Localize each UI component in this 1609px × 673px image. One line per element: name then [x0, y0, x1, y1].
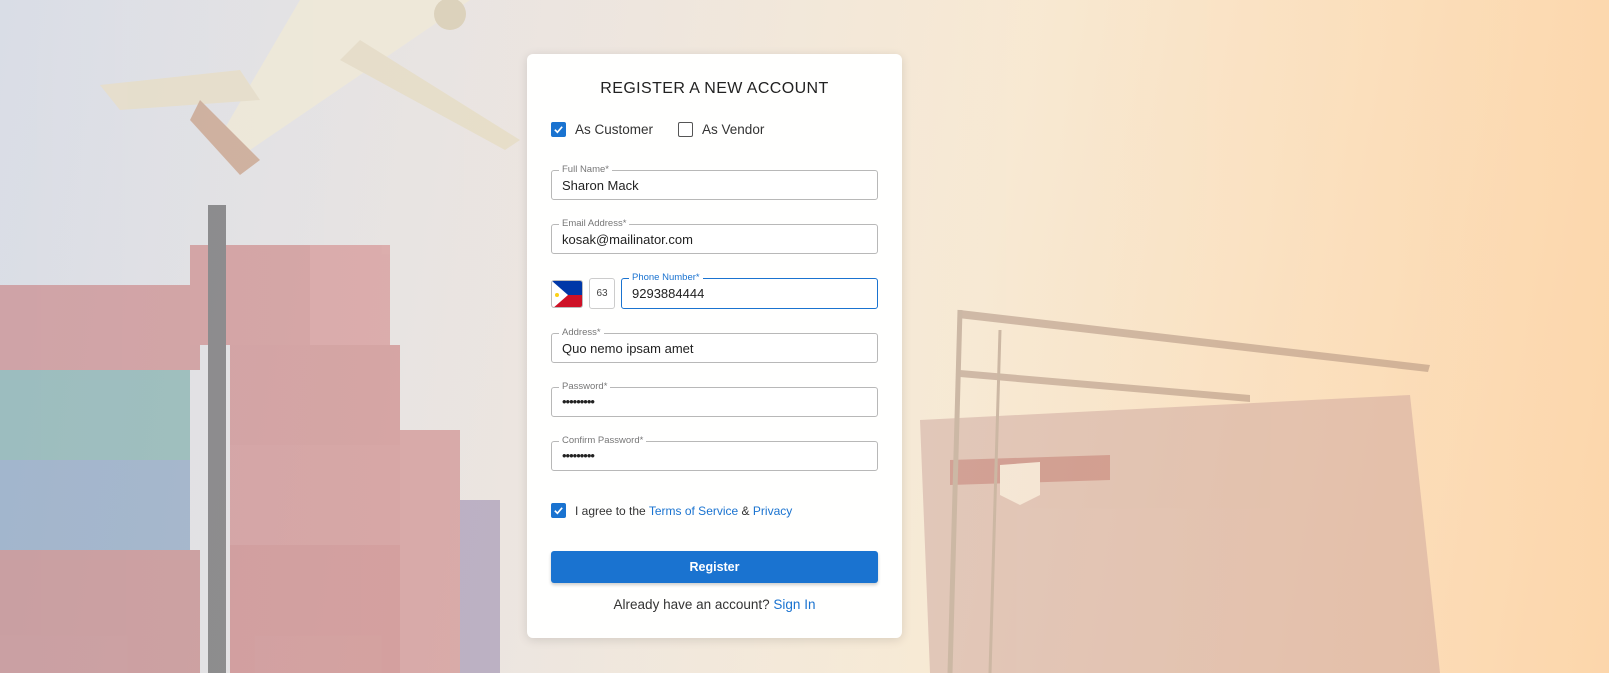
- password-input[interactable]: •••••••••: [562, 394, 862, 409]
- signin-prompt-row: Already have an account? Sign In: [527, 597, 902, 612]
- terms-checkbox[interactable]: [551, 503, 566, 518]
- address-label: Address*: [559, 327, 604, 339]
- email-input[interactable]: kosak@mailinator.com: [562, 232, 862, 247]
- confirm-password-field[interactable]: Confirm Password* •••••••••: [551, 435, 878, 471]
- address-input[interactable]: Quo nemo ipsam amet: [562, 341, 862, 356]
- terms-of-service-link[interactable]: Terms of Service: [649, 504, 738, 518]
- phone-number-field[interactable]: Phone Number* 9293884444: [621, 272, 878, 309]
- password-field[interactable]: Password* •••••••••: [551, 381, 878, 417]
- register-button[interactable]: Register: [551, 551, 878, 583]
- password-label: Password*: [559, 381, 611, 393]
- checkmark-icon: [554, 126, 563, 134]
- terms-agreement: I agree to the Terms of Service & Privac…: [551, 503, 792, 518]
- email-label: Email Address*: [559, 218, 630, 230]
- phone-number-label: Phone Number*: [629, 272, 703, 284]
- confirm-password-input[interactable]: •••••••••: [562, 448, 862, 463]
- sign-in-link[interactable]: Sign In: [773, 597, 815, 612]
- as-vendor-option[interactable]: As Vendor: [678, 122, 764, 137]
- phone-number-input[interactable]: 9293884444: [632, 286, 932, 301]
- checkmark-icon: [554, 507, 563, 515]
- role-selector: As Customer As Vendor: [551, 122, 789, 137]
- privacy-link[interactable]: Privacy: [753, 504, 792, 518]
- register-card: REGISTER A NEW ACCOUNT As Customer As Ve…: [527, 54, 902, 638]
- full-name-input[interactable]: Sharon Mack: [562, 178, 862, 193]
- confirm-password-label: Confirm Password*: [559, 435, 647, 447]
- full-name-field[interactable]: Full Name* Sharon Mack: [551, 164, 878, 200]
- signin-prompt: Already have an account?: [613, 597, 770, 612]
- email-field[interactable]: Email Address* kosak@mailinator.com: [551, 218, 878, 254]
- as-customer-label: As Customer: [575, 122, 654, 137]
- as-customer-option[interactable]: As Customer: [551, 122, 653, 137]
- as-vendor-label: As Vendor: [702, 122, 765, 137]
- as-customer-checkbox[interactable]: [551, 122, 566, 137]
- as-vendor-checkbox[interactable]: [678, 122, 694, 137]
- terms-text: I agree to the Terms of Service & Privac…: [575, 504, 792, 518]
- philippines-flag-icon[interactable]: [551, 280, 583, 308]
- address-field[interactable]: Address* Quo nemo ipsam amet: [551, 327, 878, 363]
- country-code-selector[interactable]: 63: [589, 278, 615, 309]
- page-title: REGISTER A NEW ACCOUNT: [600, 80, 829, 97]
- terms-ampersand: &: [741, 503, 750, 518]
- full-name-label: Full Name*: [559, 164, 612, 176]
- terms-prefix: I agree to the: [575, 503, 646, 518]
